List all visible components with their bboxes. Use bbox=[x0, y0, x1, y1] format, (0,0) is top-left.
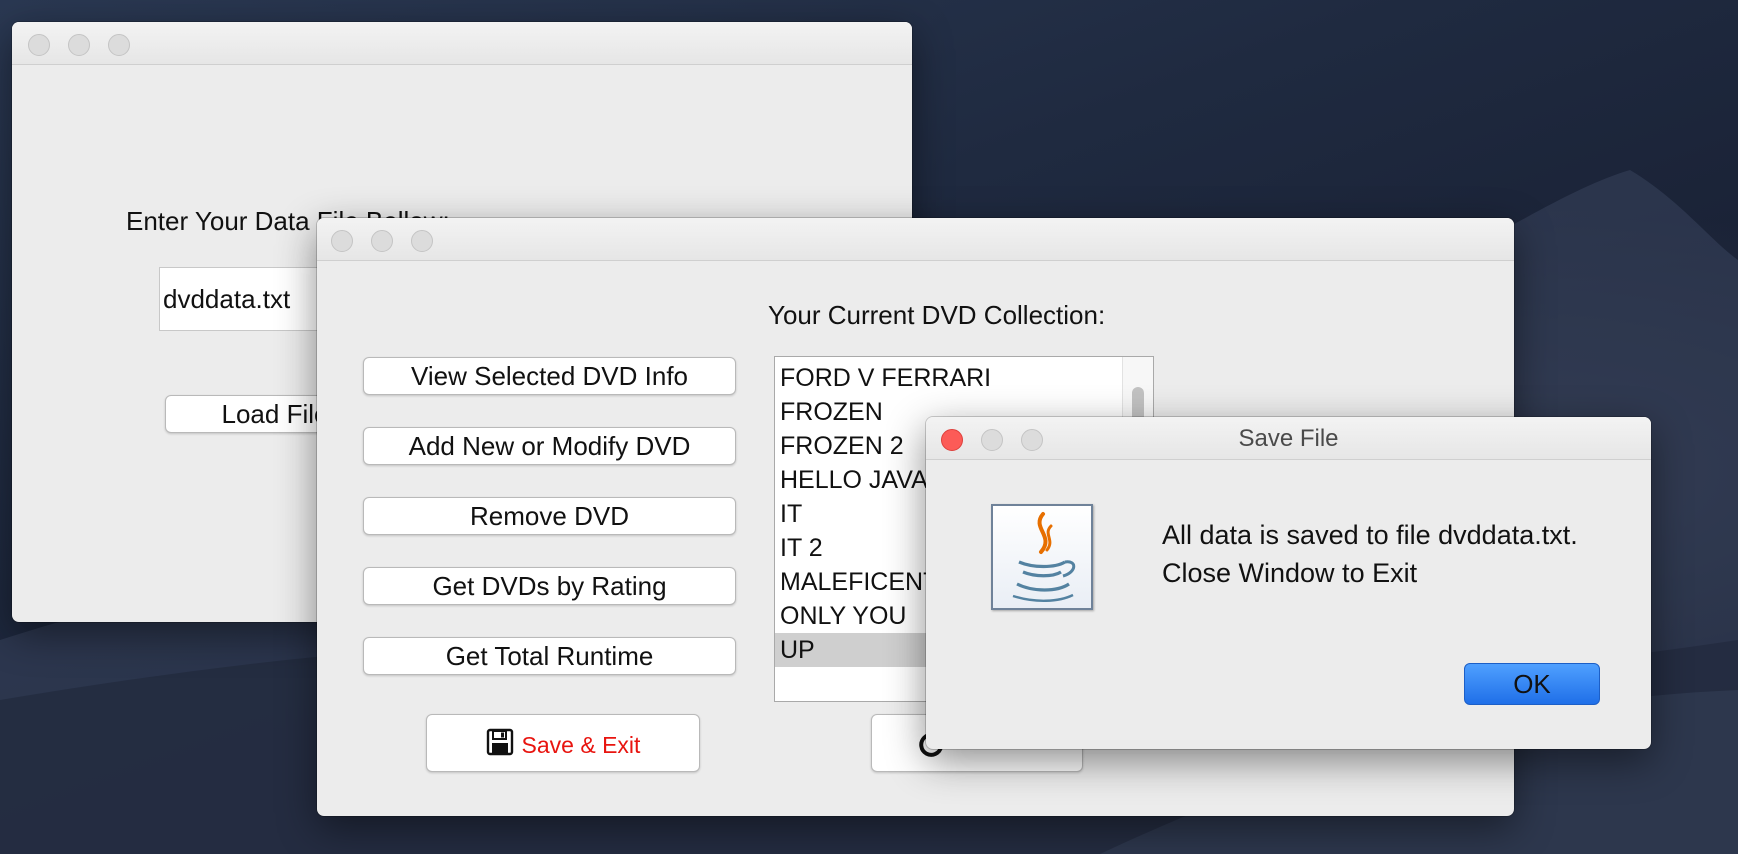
collection-heading: Your Current DVD Collection: bbox=[768, 300, 1106, 330]
get-total-runtime-button[interactable]: Get Total Runtime bbox=[363, 637, 736, 675]
minimize-window-button[interactable] bbox=[68, 34, 90, 56]
save-exit-button[interactable]: Save & Exit bbox=[426, 714, 700, 772]
view-selected-dvd-info-button[interactable]: View Selected DVD Info bbox=[363, 357, 736, 395]
titlebar bbox=[317, 218, 1514, 261]
zoom-window-button[interactable] bbox=[108, 34, 130, 56]
add-modify-dvd-button[interactable]: Add New or Modify DVD bbox=[363, 427, 736, 465]
dialog-titlebar: Save File bbox=[926, 417, 1651, 460]
save-file-dialog: Save File All data is saved to file dvdd… bbox=[926, 417, 1651, 749]
save-exit-label: Save & Exit bbox=[521, 732, 641, 759]
titlebar bbox=[12, 22, 912, 65]
get-dvds-by-rating-button[interactable]: Get DVDs by Rating bbox=[363, 567, 736, 605]
dialog-message-line1: All data is saved to file dvddata.txt. bbox=[1162, 520, 1578, 550]
dialog-message-line2: Close Window to Exit bbox=[1162, 558, 1418, 588]
close-window-button[interactable] bbox=[28, 34, 50, 56]
floppy-disk-icon bbox=[486, 728, 513, 756]
java-icon bbox=[991, 504, 1093, 610]
ok-button[interactable]: OK bbox=[1464, 663, 1600, 705]
dialog-title: Save File bbox=[1238, 425, 1339, 452]
close-window-button[interactable] bbox=[331, 230, 353, 252]
minimize-window-button[interactable] bbox=[371, 230, 393, 252]
remove-dvd-button[interactable]: Remove DVD bbox=[363, 497, 736, 535]
list-item[interactable]: FORD V FERRARI bbox=[775, 361, 1153, 395]
zoom-window-button[interactable] bbox=[411, 230, 433, 252]
